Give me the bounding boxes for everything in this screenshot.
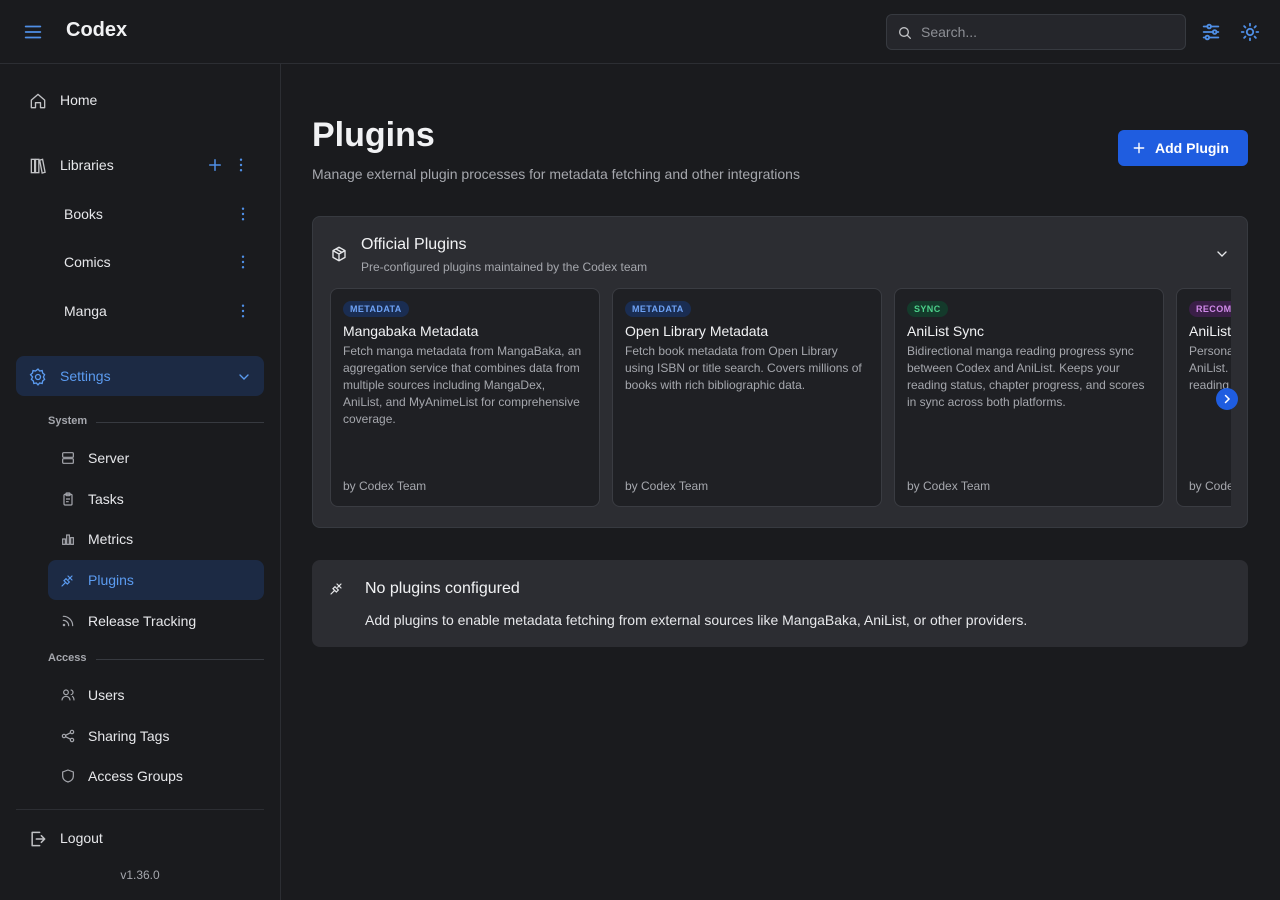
add-library-icon[interactable]	[206, 156, 224, 174]
sidebar-item-label: Release Tracking	[88, 613, 197, 629]
sidebar-item-settings[interactable]: Settings	[16, 356, 264, 396]
books-menu-icon[interactable]	[234, 205, 252, 223]
chevron-down-icon[interactable]	[1214, 246, 1230, 262]
library-label: Manga	[64, 303, 107, 319]
users-icon	[60, 687, 76, 703]
app-title[interactable]: Codex	[66, 19, 127, 42]
sidebar-item-manga[interactable]: Manga	[48, 291, 264, 331]
bar-chart-icon	[60, 531, 76, 547]
library-label: Books	[64, 206, 103, 222]
official-plugins-title: Official Plugins	[361, 236, 467, 253]
sidebar-item-label: Metrics	[88, 531, 134, 547]
sidebar-item-libraries[interactable]: Libraries	[16, 145, 264, 185]
add-plugin-button[interactable]: Add Plugin	[1118, 130, 1248, 166]
plugin-description: Fetch manga metadata from MangaBaka, an …	[343, 344, 582, 426]
plugin-author: by Codex Team	[343, 479, 427, 493]
sidebar-item-sharing-tags[interactable]: Sharing Tags	[48, 716, 264, 756]
sidebar-item-label: Settings	[60, 368, 111, 384]
home-icon	[28, 91, 48, 111]
library-label: Comics	[64, 254, 111, 270]
plugin-card-anilist-sync[interactable]: SYNC AniList Sync Bidirectional manga re…	[894, 288, 1164, 507]
sidebar-item-comics[interactable]: Comics	[48, 242, 264, 282]
plugin-author: by Codex Team	[1189, 479, 1231, 493]
search-icon	[897, 25, 913, 41]
plugin-author: by Codex Team	[907, 479, 991, 493]
sidebar-item-label: Home	[60, 92, 98, 108]
plug-icon	[329, 580, 345, 596]
plus-icon	[1132, 141, 1146, 155]
category-badge: RECOMMENDATIONS	[1189, 301, 1231, 317]
sidebar-item-label: Tasks	[88, 491, 124, 507]
plugin-name: AniList Recommendations	[1189, 323, 1231, 339]
sidebar-item-label: Logout	[60, 830, 103, 846]
sidebar-item-server[interactable]: Server	[48, 438, 264, 478]
library-icon	[28, 156, 48, 176]
sidebar-item-label: Access Groups	[88, 768, 183, 784]
sliders-icon[interactable]	[1200, 21, 1222, 43]
plugin-card-mangabaka[interactable]: METADATA Mangabaka Metadata Fetch manga …	[330, 288, 600, 507]
sidebar-item-label: Libraries	[60, 157, 114, 173]
sidebar-item-label: Server	[88, 450, 130, 466]
share-icon	[60, 728, 76, 744]
server-icon	[60, 450, 76, 466]
top-header: Codex	[0, 0, 1280, 64]
sidebar-item-users[interactable]: Users	[48, 675, 264, 715]
sidebar-item-tasks[interactable]: Tasks	[48, 479, 264, 519]
sidebar-item-release-tracking[interactable]: Release Tracking	[48, 601, 264, 641]
plugin-name: Mangabaka Metadata	[343, 323, 479, 339]
hamburger-icon[interactable]	[22, 21, 44, 43]
plug-icon	[60, 572, 76, 588]
sidebar-item-metrics[interactable]: Metrics	[48, 519, 264, 559]
sidebar-item-label: Plugins	[88, 572, 134, 588]
sun-icon[interactable]	[1239, 21, 1261, 43]
page-title: Plugins	[312, 116, 435, 154]
plugin-card-open-library[interactable]: METADATA Open Library Metadata Fetch boo…	[612, 288, 882, 507]
logout-icon	[28, 829, 48, 849]
plugin-description: Bidirectional manga reading progress syn…	[907, 344, 1145, 409]
comics-menu-icon[interactable]	[234, 253, 252, 271]
section-label-system: System	[48, 415, 264, 429]
plugin-description: Fetch book metadata from Open Library us…	[625, 344, 862, 392]
plugin-carousel: METADATA Mangabaka Metadata Fetch manga …	[330, 288, 1231, 508]
search-input[interactable]	[921, 15, 1177, 49]
official-plugins-panel: Official Plugins Pre-configured plugins …	[312, 216, 1248, 528]
section-label-access: Access	[48, 652, 264, 666]
sidebar-item-label: Sharing Tags	[88, 728, 170, 744]
clipboard-icon	[60, 491, 76, 507]
libraries-menu-icon[interactable]	[232, 156, 250, 174]
logout-button[interactable]: Logout	[16, 818, 264, 858]
sidebar-item-home[interactable]: Home	[16, 80, 264, 120]
plugin-description: Personalized recommendations powered by …	[1189, 344, 1231, 392]
category-badge: SYNC	[907, 301, 948, 317]
shield-icon	[60, 768, 76, 784]
gear-icon	[28, 367, 48, 387]
category-badge: METADATA	[343, 301, 409, 317]
empty-state: No plugins configured Add plugins to ena…	[312, 560, 1248, 647]
sidebar-divider	[16, 809, 264, 810]
search-box[interactable]	[886, 14, 1186, 50]
sidebar-item-books[interactable]: Books	[48, 194, 264, 234]
empty-state-description: Add plugins to enable metadata fetching …	[365, 612, 1028, 628]
plugin-name: Open Library Metadata	[625, 323, 769, 339]
category-badge: METADATA	[625, 301, 691, 317]
chevron-right-icon	[1224, 394, 1231, 404]
sidebar-item-label: Users	[88, 687, 125, 703]
empty-state-title: No plugins configured	[365, 580, 520, 597]
version-label: v1.36.0	[120, 868, 160, 882]
plugin-author: by Codex Team	[625, 479, 709, 493]
sidebar-item-plugins[interactable]: Plugins	[48, 560, 264, 600]
chevron-down-icon	[236, 369, 252, 385]
sidebar: Home Libraries Books Comics Manga Settin…	[0, 64, 281, 900]
add-plugin-label: Add Plugin	[1155, 140, 1229, 156]
plugin-name: AniList Sync	[907, 323, 985, 339]
package-icon	[330, 245, 348, 263]
official-plugins-subtitle: Pre-configured plugins maintained by the…	[361, 260, 648, 274]
page-subtitle: Manage external plugin processes for met…	[312, 166, 800, 182]
rss-icon	[60, 613, 76, 629]
carousel-next-button[interactable]	[1216, 388, 1238, 410]
sidebar-item-access-groups[interactable]: Access Groups	[48, 756, 264, 796]
manga-menu-icon[interactable]	[234, 302, 252, 320]
